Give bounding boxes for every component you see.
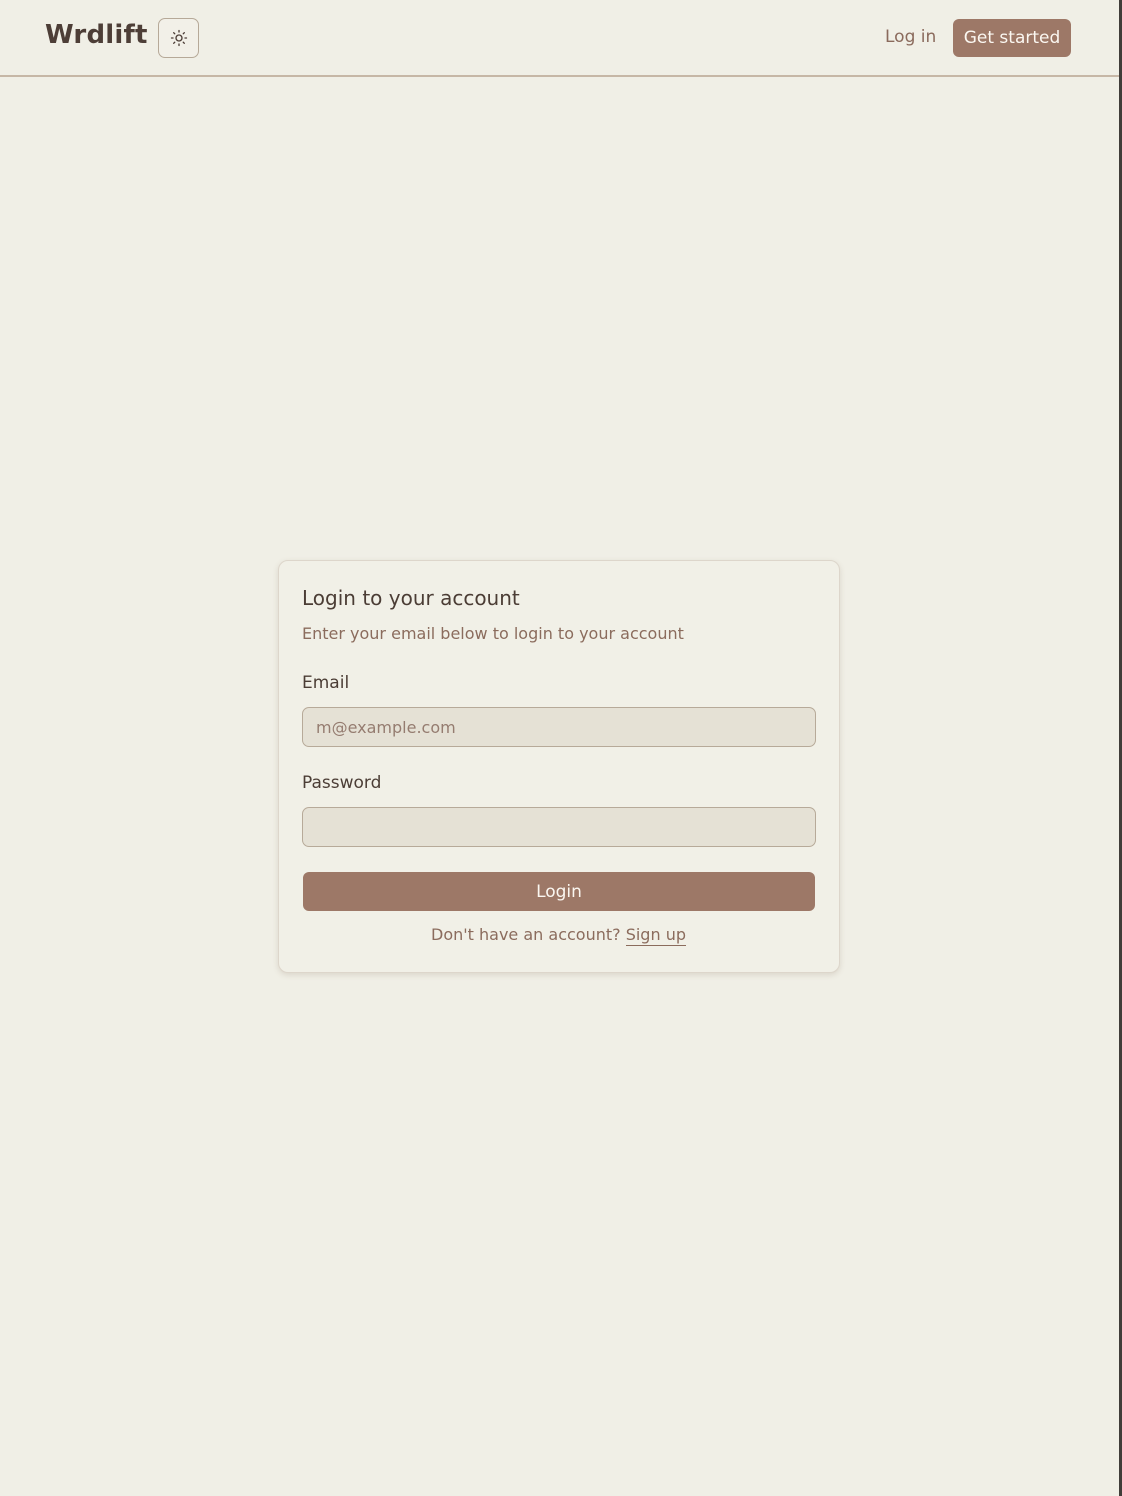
card-description: Enter your email below to login to your … bbox=[302, 624, 684, 643]
page: Wrdlift Log in Get started Login to your… bbox=[0, 0, 1122, 1496]
theme-toggle-button[interactable] bbox=[158, 18, 199, 58]
card-title: Login to your account bbox=[302, 586, 520, 610]
signup-row: Don't have an account? Sign up bbox=[279, 925, 838, 946]
top-nav: Wrdlift Log in Get started bbox=[0, 0, 1119, 77]
signup-link[interactable]: Sign up bbox=[625, 925, 686, 946]
nav-login-link[interactable]: Log in bbox=[885, 27, 936, 47]
email-field[interactable] bbox=[302, 707, 816, 747]
get-started-button[interactable]: Get started bbox=[953, 19, 1071, 57]
email-label: Email bbox=[302, 673, 350, 693]
password-field[interactable] bbox=[302, 807, 816, 847]
login-card: Login to your account Enter your email b… bbox=[278, 560, 840, 973]
brand-logo[interactable]: Wrdlift bbox=[45, 20, 148, 50]
signup-prompt: Don't have an account? bbox=[431, 925, 626, 944]
login-button[interactable]: Login bbox=[303, 872, 815, 911]
password-label: Password bbox=[302, 773, 382, 793]
sun-icon bbox=[170, 29, 188, 47]
